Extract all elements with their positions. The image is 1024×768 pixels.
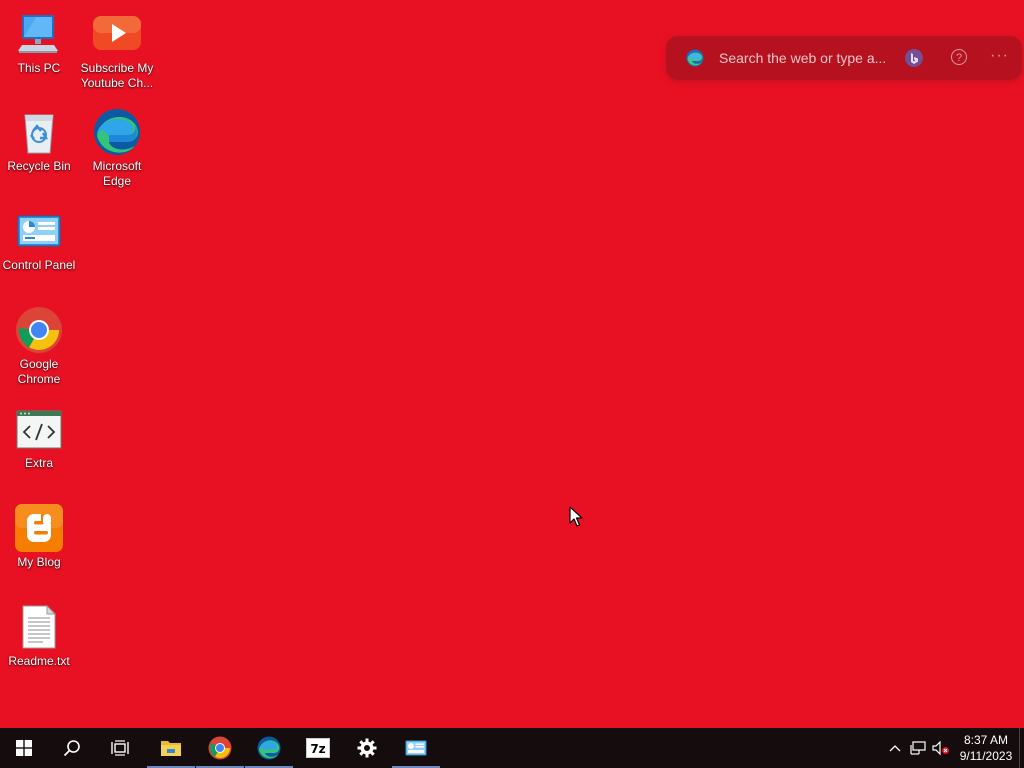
edge-search-bar[interactable]: Search the web or type a... ? ··· bbox=[666, 36, 1022, 80]
desktop-icon-label: My Blog bbox=[17, 555, 61, 569]
taskbar: 7z 8:37 AM 9/11/2023 bbox=[0, 728, 1024, 768]
desktop-icon-label: Google Chrome bbox=[17, 357, 61, 386]
code-file-icon bbox=[15, 405, 63, 453]
desktop-icon-label: This PC bbox=[17, 61, 61, 75]
7zip-icon: 7z bbox=[306, 738, 330, 758]
network-button[interactable] bbox=[907, 728, 929, 768]
task-view-icon bbox=[111, 740, 129, 756]
gear-icon bbox=[357, 738, 377, 758]
taskbar-edge[interactable] bbox=[245, 728, 293, 768]
mouse-cursor-icon bbox=[569, 506, 583, 527]
taskbar-control-panel[interactable] bbox=[392, 728, 440, 768]
task-view-button[interactable] bbox=[96, 728, 144, 768]
more-options-icon[interactable]: ··· bbox=[990, 47, 1009, 65]
desktop-icon-label: Control Panel bbox=[2, 258, 76, 272]
show-desktop-button[interactable] bbox=[1019, 728, 1024, 768]
desktop-icon-my-blog[interactable]: My Blog bbox=[0, 504, 78, 570]
show-hidden-icons-button[interactable] bbox=[884, 728, 906, 768]
taskbar-chrome[interactable] bbox=[196, 728, 244, 768]
search-input[interactable]: Search the web or type a... bbox=[719, 50, 899, 66]
help-icon[interactable]: ? bbox=[951, 49, 967, 65]
desktop: This PC Subscribe My Youtube Ch... Recyc… bbox=[0, 0, 1024, 728]
desktop-icon-chrome[interactable]: Google Chrome bbox=[0, 306, 78, 387]
desktop-icon-readme[interactable]: Readme.txt bbox=[0, 603, 78, 669]
clock[interactable]: 8:37 AM 9/11/2023 bbox=[952, 732, 1020, 764]
7zip-label: 7z bbox=[310, 742, 325, 756]
clock-time: 8:37 AM bbox=[963, 733, 1009, 747]
windows-logo-icon bbox=[16, 740, 32, 756]
volume-button[interactable] bbox=[930, 728, 952, 768]
edge-icon bbox=[93, 108, 141, 156]
search-icon bbox=[63, 740, 80, 757]
edge-icon bbox=[257, 736, 281, 760]
desktop-icon-label: Microsoft Edge bbox=[92, 159, 142, 188]
chrome-icon bbox=[15, 306, 63, 354]
desktop-icon-control-panel[interactable]: Control Panel bbox=[0, 207, 78, 273]
desktop-icon-this-pc[interactable]: This PC bbox=[0, 10, 78, 76]
edge-icon bbox=[686, 49, 704, 67]
control-panel-icon bbox=[405, 740, 427, 756]
youtube-play-icon bbox=[93, 10, 141, 58]
control-panel-icon bbox=[15, 207, 63, 255]
search-button[interactable] bbox=[48, 728, 96, 768]
taskbar-file-explorer[interactable] bbox=[147, 728, 195, 768]
desktop-icon-youtube[interactable]: Subscribe My Youtube Ch... bbox=[78, 10, 156, 91]
text-file-icon bbox=[15, 603, 63, 651]
taskbar-7zip[interactable]: 7z bbox=[294, 728, 342, 768]
desktop-icon-label: Readme.txt bbox=[8, 654, 70, 668]
bing-chat-icon[interactable] bbox=[904, 48, 924, 68]
desktop-icon-recycle-bin[interactable]: Recycle Bin bbox=[0, 108, 78, 174]
desktop-icon-label: Recycle Bin bbox=[7, 159, 71, 173]
desktop-icon-label: Extra bbox=[24, 456, 53, 470]
volume-muted-icon bbox=[932, 741, 949, 755]
taskbar-settings[interactable] bbox=[343, 728, 391, 768]
start-button[interactable] bbox=[0, 728, 48, 768]
chevron-up-icon bbox=[889, 745, 901, 752]
computer-icon bbox=[15, 10, 63, 58]
desktop-icon-extra[interactable]: Extra bbox=[0, 405, 78, 471]
desktop-icon-edge[interactable]: Microsoft Edge bbox=[78, 108, 156, 189]
recycle-bin-icon bbox=[15, 108, 63, 156]
folder-icon bbox=[161, 741, 181, 756]
blogger-icon bbox=[15, 504, 63, 552]
clock-date: 9/11/2023 bbox=[959, 749, 1013, 763]
network-icon bbox=[910, 741, 926, 755]
chrome-icon bbox=[208, 736, 232, 760]
desktop-icon-label: Subscribe My Youtube Ch... bbox=[80, 61, 154, 90]
